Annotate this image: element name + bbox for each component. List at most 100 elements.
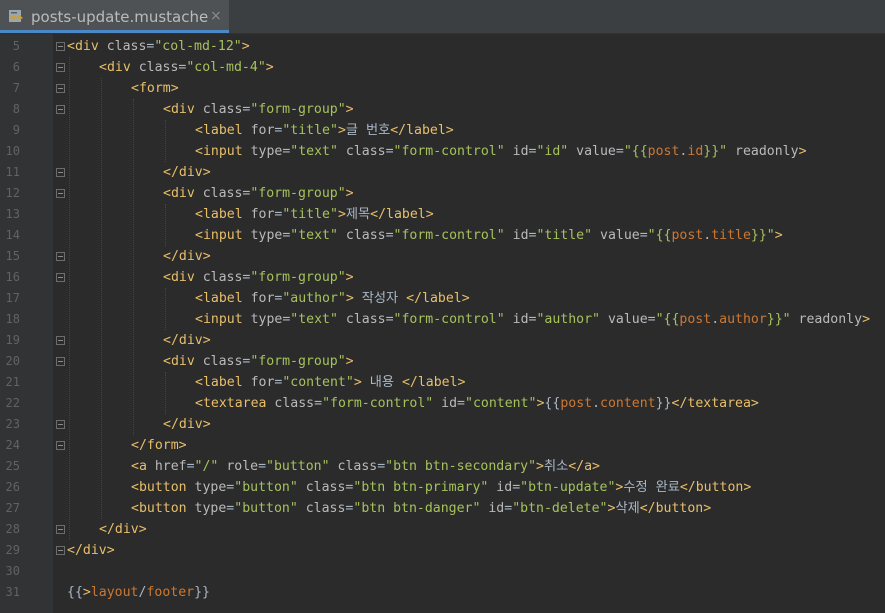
indent-guide [165, 120, 166, 162]
code-token: class [138, 60, 179, 75]
code-token: "col-md-12" [154, 39, 242, 54]
code-line[interactable]: <label for="author"> 작성자 </label> [195, 288, 470, 309]
code-token: }}" [703, 144, 736, 159]
code-line[interactable]: </div> [163, 246, 211, 267]
code-editor[interactable]: 5 6 7 8 9 10 11 12 13 14 15 16 17 18 19 20 21 22 23 24 25 26 2… [0, 34, 885, 613]
code-token: = [385, 144, 394, 159]
code-line[interactable]: <div class="form-group"> [163, 183, 354, 204]
code-token: }}" [750, 228, 775, 243]
fold-marker-icon[interactable] [56, 441, 65, 450]
code-line[interactable]: <a href="/" role="button" class="btn btn… [131, 456, 600, 477]
line-number: 31 [5, 585, 20, 599]
code-token: </div> [163, 165, 211, 180]
code-line[interactable]: <label for="title">글 번호</label> [195, 120, 454, 141]
code-line[interactable]: <form> [131, 78, 179, 99]
code-token: class [345, 312, 386, 327]
close-icon[interactable]: × [210, 8, 222, 24]
code-token: id [488, 501, 505, 516]
code-token: 삭제 [615, 501, 640, 516]
code-line[interactable]: </div> [67, 540, 115, 561]
code-token: > [862, 312, 871, 327]
code-token: post [560, 396, 593, 411]
code-token: <label [195, 123, 251, 138]
code-token: {{ [544, 396, 561, 411]
code-token: type [250, 228, 283, 243]
code-line[interactable]: </div> [99, 519, 147, 540]
code-token: = [385, 228, 394, 243]
fold-marker-icon[interactable] [56, 189, 65, 198]
line-number: 13 [5, 207, 20, 221]
code-token: </form> [131, 438, 187, 453]
code-token: "form-control" [393, 228, 513, 243]
code-token: = [512, 480, 521, 495]
code-token: id [496, 480, 513, 495]
fold-marker-icon[interactable] [56, 105, 65, 114]
file-tab[interactable]: posts-update.mustache × [0, 0, 229, 33]
code-line[interactable]: </form> [131, 435, 187, 456]
line-number: 9 [12, 123, 20, 137]
code-line[interactable]: </div> [163, 414, 211, 435]
fold-marker-icon[interactable] [56, 84, 65, 93]
line-number: 11 [5, 165, 20, 179]
fold-marker-icon[interactable] [56, 252, 65, 261]
line-number: 22 [5, 396, 20, 410]
code-token: "form-group" [250, 186, 346, 201]
code-token: "btn btn-primary" [353, 480, 497, 495]
line-number: 10 [5, 144, 20, 158]
code-line[interactable]: <button type="button" class="btn btn-pri… [131, 477, 751, 498]
code-token: class [202, 102, 243, 117]
fold-marker-icon[interactable] [56, 525, 65, 534]
code-token: "title" [536, 228, 600, 243]
line-number: 15 [5, 249, 20, 263]
code-line[interactable]: <button type="button" class="btn btn-dan… [131, 498, 711, 519]
code-token: {{ [67, 585, 83, 600]
code-line[interactable]: <input type="text" class="form-control" … [195, 309, 870, 330]
code-line[interactable]: <div class="form-group"> [163, 351, 354, 372]
fold-marker-icon[interactable] [56, 273, 65, 282]
fold-marker-icon[interactable] [56, 357, 65, 366]
code-line[interactable]: <div class="form-group"> [163, 99, 354, 120]
code-token: <div [99, 60, 139, 75]
code-token: "{{ [647, 228, 672, 243]
code-token: > [536, 459, 544, 474]
code-token: "{{ [655, 312, 680, 327]
code-token: role [226, 459, 259, 474]
code-token: </textarea> [671, 396, 759, 411]
fold-marker-icon[interactable] [56, 420, 65, 429]
code-line[interactable]: <div class="col-md-4"> [99, 57, 274, 78]
code-token: = [615, 144, 624, 159]
code-token: </button> [639, 501, 712, 516]
code-token: <form> [131, 81, 179, 96]
fold-marker-icon[interactable] [56, 168, 65, 177]
code-token: </div> [163, 333, 211, 348]
code-line[interactable]: <label for="content"> 내용 </label> [195, 372, 465, 393]
code-token: "btn btn-danger" [353, 501, 489, 516]
code-token: > [82, 585, 91, 600]
line-number: 19 [5, 333, 20, 347]
code-token: post [679, 312, 712, 327]
code-token: 수정 완료 [623, 480, 680, 495]
code-token: "content" [282, 375, 354, 390]
fold-marker-icon[interactable] [56, 63, 65, 72]
code-line[interactable]: <label for="title">제목</label> [195, 204, 434, 225]
code-line[interactable]: </div> [163, 162, 211, 183]
code-token: type [194, 501, 227, 516]
fold-marker-icon[interactable] [56, 336, 65, 345]
code-line[interactable]: <div class="col-md-12"> [67, 36, 250, 57]
code-line[interactable]: <div class="form-group"> [163, 267, 354, 288]
fold-marker-icon[interactable] [56, 546, 65, 555]
code-token: > [241, 39, 250, 54]
fold-marker-icon[interactable] [56, 42, 65, 51]
code-token: "form-control" [322, 396, 442, 411]
code-line[interactable]: {{>layout/footer}} [67, 582, 210, 603]
indent-guide [165, 204, 166, 246]
code-token: id [687, 144, 704, 159]
code-line[interactable]: </div> [163, 330, 211, 351]
indent-guide [165, 372, 166, 414]
code-line[interactable]: <input type="text" class="form-control" … [195, 225, 783, 246]
indent-guide [133, 99, 134, 435]
line-number: 27 [5, 501, 20, 515]
code-line[interactable]: <textarea class="form-control" id="conte… [195, 393, 759, 414]
mustache-file-icon [9, 10, 23, 22]
code-line[interactable]: <input type="text" class="form-control" … [195, 141, 807, 162]
